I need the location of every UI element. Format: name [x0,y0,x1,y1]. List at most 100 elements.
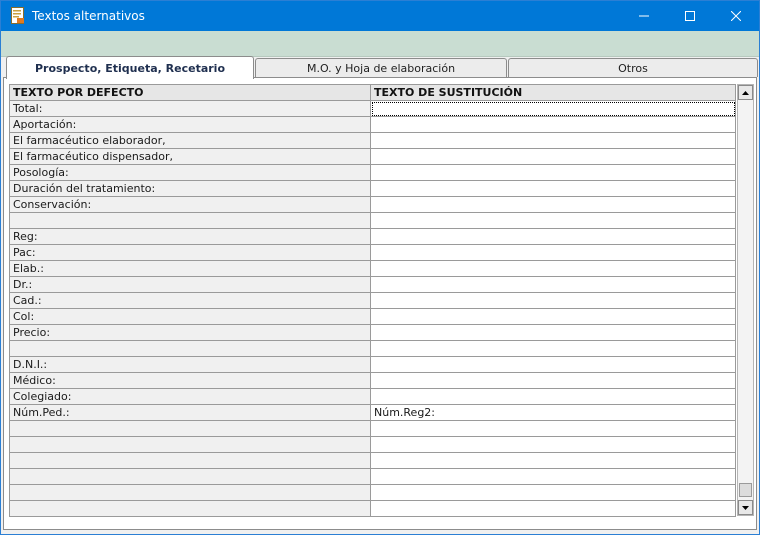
substitution-text-cell[interactable] [370,308,736,325]
substitution-text-cell[interactable] [370,420,736,437]
table-row[interactable] [9,340,736,357]
table-row[interactable]: Elab.: [9,260,736,277]
table-row[interactable]: Dr.: [9,276,736,293]
default-text-cell: Total: [9,100,371,117]
substitution-text-cell[interactable]: Núm.Reg2: [370,404,736,421]
substitution-text-cell[interactable] [370,228,736,245]
table-row[interactable]: Col: [9,308,736,325]
close-button[interactable] [713,1,759,31]
title-bar[interactable]: Textos alternativos [1,1,759,31]
substitution-text-cell[interactable] [370,244,736,261]
table-row[interactable]: Duración del tratamiento: [9,180,736,197]
table-row[interactable] [9,500,736,517]
tab-mo-hoja[interactable]: M.O. y Hoja de elaboración [255,58,507,77]
table-row[interactable] [9,468,736,485]
vertical-scrollbar[interactable] [737,84,754,516]
table-row[interactable]: El farmacéutico elaborador, [9,132,736,149]
substitution-text-cell[interactable] [370,452,736,469]
toolbar-band [1,31,759,57]
tab-label: Prospecto, Etiqueta, Recetario [34,61,225,75]
tab-label: M.O. y Hoja de elaboración [306,61,456,75]
table-row[interactable] [9,212,736,229]
default-text-cell: D.N.I.: [9,356,371,373]
default-text-cell [9,436,371,453]
table-row[interactable]: El farmacéutico dispensador, [9,148,736,165]
substitution-text-cell[interactable] [370,468,736,485]
scroll-up-button[interactable] [738,85,753,100]
default-text-cell: Col: [9,308,371,325]
substitution-text-cell[interactable] [370,324,736,341]
substitution-text-cell[interactable] [370,340,736,357]
table-row[interactable]: Médico: [9,372,736,389]
tab-strip: Prospecto, Etiqueta, Recetario M.O. y Ho… [3,56,758,79]
default-text-cell: Elab.: [9,260,371,277]
default-text-cell: Cad.: [9,292,371,309]
substitution-text-cell[interactable] [370,388,736,405]
table-row[interactable]: Colegiado: [9,388,736,405]
grid-header-row: TEXTO POR DEFECTO TEXTO DE SUSTITUCIÓN [9,84,736,101]
texts-grid: TEXTO POR DEFECTO TEXTO DE SUSTITUCIÓN T… [9,84,736,517]
scroll-thumb[interactable] [739,483,752,497]
default-text-cell [9,340,371,357]
default-text-cell: El farmacéutico elaborador, [9,132,371,149]
maximize-icon [685,11,695,21]
column-header-default[interactable]: TEXTO POR DEFECTO [9,84,371,101]
substitution-text-cell[interactable] [370,436,736,453]
table-row[interactable]: Aportación: [9,116,736,133]
substitution-text-cell[interactable] [370,100,736,117]
substitution-text-cell[interactable] [370,196,736,213]
tab-panel: TEXTO POR DEFECTO TEXTO DE SUSTITUCIÓN T… [3,77,757,530]
dialog-window: Textos alternativos Prospecto, Etiqueta,… [0,0,760,535]
table-row[interactable]: D.N.I.: [9,356,736,373]
substitution-text-cell[interactable] [370,212,736,229]
document-icon [11,7,24,24]
default-text-cell: Aportación: [9,116,371,133]
substitution-text-cell[interactable] [370,372,736,389]
tab-prospecto[interactable]: Prospecto, Etiqueta, Recetario [6,56,254,79]
default-text-cell: Médico: [9,372,371,389]
default-text-cell: Posología: [9,164,371,181]
substitution-text-cell[interactable] [370,132,736,149]
tab-label: Otros [618,61,648,75]
scroll-down-button[interactable] [738,500,753,515]
substitution-text-cell[interactable] [370,148,736,165]
substitution-text-cell[interactable] [370,260,736,277]
table-row[interactable]: Pac: [9,244,736,261]
table-row[interactable]: Conservación: [9,196,736,213]
default-text-cell [9,468,371,485]
table-row[interactable]: Posología: [9,164,736,181]
table-row[interactable]: Cad.: [9,292,736,309]
substitution-text-cell[interactable] [370,356,736,373]
table-row[interactable] [9,484,736,501]
table-row[interactable] [9,420,736,437]
substitution-text-cell[interactable] [370,116,736,133]
substitution-text-cell[interactable] [370,484,736,501]
default-text-cell [9,484,371,501]
default-text-cell: Colegiado: [9,388,371,405]
default-text-cell [9,420,371,437]
maximize-button[interactable] [667,1,713,31]
table-row[interactable]: Total: [9,100,736,117]
arrow-down-icon [742,505,749,510]
substitution-text-cell[interactable] [370,292,736,309]
table-row[interactable]: Reg: [9,228,736,245]
table-row[interactable] [9,436,736,453]
minimize-button[interactable] [621,1,667,31]
substitution-text-cell[interactable] [370,180,736,197]
tab-otros[interactable]: Otros [508,58,758,77]
substitution-text-cell[interactable] [370,500,736,517]
grid-body: Total: Aportación: El farmacéutico elabora… [9,100,736,517]
default-text-cell: El farmacéutico dispensador, [9,148,371,165]
column-header-substitution[interactable]: TEXTO DE SUSTITUCIÓN [370,84,736,101]
table-row[interactable]: Núm.Ped.: Núm.Reg2: [9,404,736,421]
default-text-cell: Duración del tratamiento: [9,180,371,197]
table-row[interactable] [9,452,736,469]
table-row[interactable]: Precio: [9,324,736,341]
substitution-text-cell[interactable] [370,164,736,181]
default-text-cell: Reg: [9,228,371,245]
default-text-cell [9,500,371,517]
substitution-text-cell[interactable] [370,276,736,293]
default-text-cell: Precio: [9,324,371,341]
window-title: Textos alternativos [32,9,145,23]
close-icon [731,11,741,21]
